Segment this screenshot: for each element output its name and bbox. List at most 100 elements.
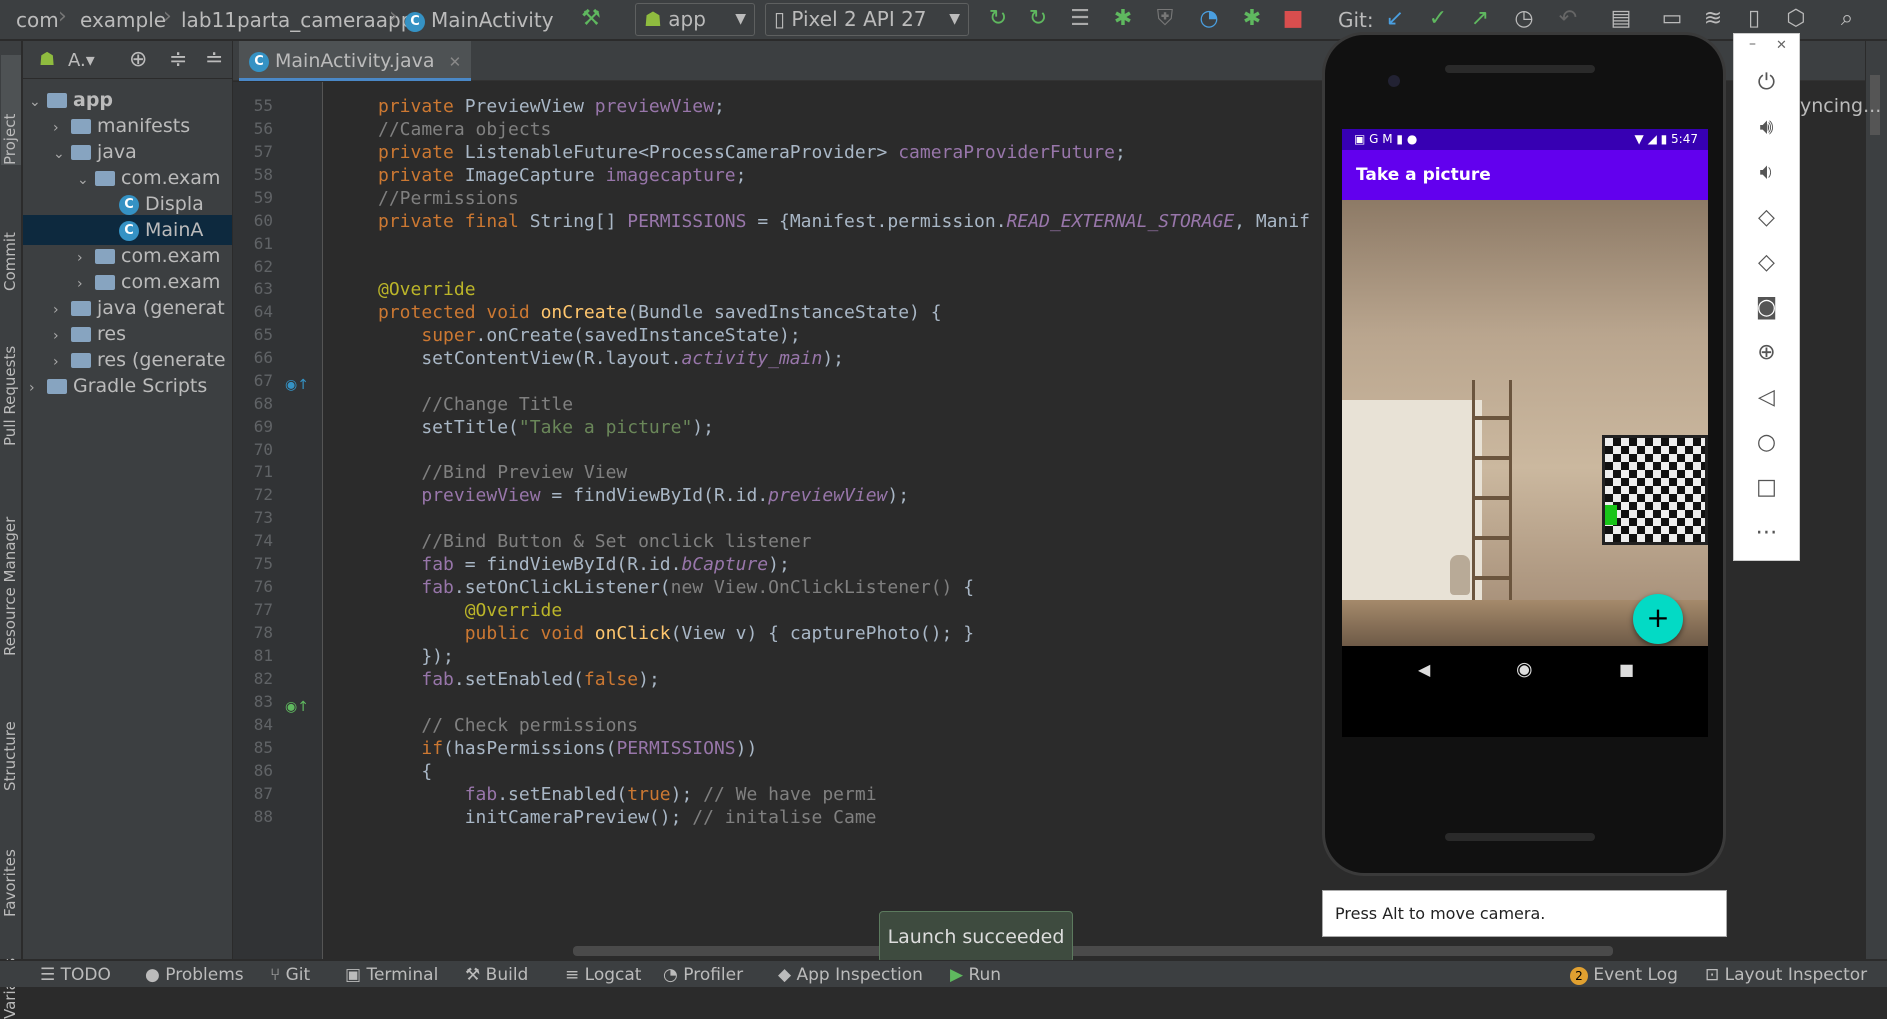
list-icon[interactable]: ☰: [1067, 6, 1093, 32]
git-push-icon[interactable]: ↗: [1467, 6, 1493, 32]
back-icon[interactable]: ◀: [1418, 660, 1430, 679]
run-config-select[interactable]: ☗ app ▼: [635, 3, 755, 36]
locate-icon[interactable]: ⊕: [129, 47, 147, 72]
line-number: 88: [253, 807, 273, 826]
git-commit-icon[interactable]: ✓: [1425, 6, 1451, 32]
folder-icon: [47, 93, 67, 108]
tool-structure[interactable]: Structure: [1, 691, 21, 791]
code-line-75: fab = findViewById(R.id.bCapture);: [421, 554, 790, 575]
more-icon[interactable]: ⋯: [1734, 520, 1799, 545]
override-icon[interactable]: ◉↑: [285, 377, 309, 393]
code-line-86: {: [378, 761, 433, 782]
rotate-right-icon[interactable]: ◇: [1734, 250, 1799, 275]
rerun-icon[interactable]: ↻: [985, 6, 1011, 32]
collapse-all-icon[interactable]: ≐: [205, 47, 223, 72]
recents-icon[interactable]: ■: [1619, 660, 1634, 679]
tool-logcat[interactable]: ≡ Logcat: [565, 965, 641, 985]
tool-run[interactable]: ▶ Run: [950, 965, 1001, 985]
layout-inspector-label: Layout Inspector: [1724, 965, 1868, 985]
zoom-icon[interactable]: ⊕: [1734, 340, 1799, 365]
debug-icon[interactable]: ✱: [1110, 6, 1136, 32]
capture-fab-button[interactable]: +: [1633, 594, 1683, 644]
tool-app-inspection[interactable]: ◆ App Inspection: [778, 965, 923, 985]
project-view-select[interactable]: A.▾: [68, 50, 95, 71]
chevron-icon[interactable]: ⌄: [53, 139, 71, 169]
overview-icon[interactable]: □: [1734, 475, 1799, 500]
tool-problems[interactable]: ● Problems: [145, 965, 244, 985]
event-log[interactable]: 2 Event Log: [1570, 965, 1678, 985]
code-line-72: previewView = findViewById(R.id.previewV…: [421, 485, 910, 506]
tree-item-label: java: [97, 141, 137, 163]
horizontal-scrollbar[interactable]: [573, 946, 1613, 956]
back-icon[interactable]: ◁: [1734, 385, 1799, 410]
search-icon[interactable]: ⌕: [1834, 6, 1860, 32]
volume-down-icon[interactable]: 🔉︎: [1734, 160, 1799, 185]
code-line-69: setTitle("Take a picture");: [378, 417, 714, 438]
history-icon[interactable]: ◷: [1511, 6, 1537, 32]
tab-mainactivity[interactable]: C MainActivity.java ✕: [239, 41, 472, 81]
chevron-icon[interactable]: ⌄: [77, 165, 95, 195]
attach-debugger-icon[interactable]: ✱: [1239, 6, 1265, 32]
line-number: 66: [253, 348, 273, 367]
bottom-tool-bar: ☰ TODO ● Problems ⑂ Git ▣ Terminal ⚒ Bui…: [0, 960, 1887, 987]
shield-icon[interactable]: ⛨: [1152, 6, 1178, 32]
git-update-icon[interactable]: ↙: [1382, 6, 1408, 32]
home-icon[interactable]: ◉: [1516, 658, 1533, 680]
tool-project[interactable]: Project: [1, 55, 21, 165]
rollback-icon[interactable]: ↶: [1555, 6, 1581, 32]
code-line-81: });: [378, 646, 454, 667]
tool-git[interactable]: ⑂ Git: [270, 965, 310, 985]
folder-icon: [71, 353, 91, 368]
tool-pull-requests[interactable]: Pull Requests: [1, 326, 21, 446]
tree-item[interactable]: › Gradle Scripts: [29, 371, 207, 401]
layout-inspector[interactable]: ⊡ Layout Inspector: [1705, 965, 1867, 985]
close-icon[interactable]: ✕: [1776, 38, 1787, 53]
line-number: 76: [253, 577, 273, 596]
tool-build[interactable]: ⚒ Build: [465, 965, 528, 985]
bookshelf: [1472, 380, 1512, 610]
sync-icon[interactable]: ≋: [1700, 6, 1726, 32]
project-structure-icon[interactable]: ▤: [1608, 6, 1634, 32]
tool-profiler[interactable]: ◔ Profiler: [663, 965, 743, 985]
apply-changes-icon[interactable]: ↻: [1025, 6, 1051, 32]
camera-preview[interactable]: [1342, 200, 1708, 646]
chevron-icon[interactable]: ⌄: [29, 87, 47, 117]
minimize-icon[interactable]: –: [1749, 36, 1756, 52]
line-number: 57: [253, 142, 273, 161]
bottom-speaker: [1445, 833, 1595, 841]
home-icon[interactable]: ○: [1734, 430, 1799, 455]
device-select[interactable]: ▯ Pixel 2 API 27 ▼: [765, 3, 969, 36]
power-icon[interactable]: ⏻: [1734, 70, 1799, 95]
line-number: 60: [253, 211, 273, 230]
volume-up-icon[interactable]: 🔊︎: [1734, 115, 1799, 140]
tool-resource-manager[interactable]: Resource Manager: [1, 486, 21, 656]
tool-todo[interactable]: ☰ TODO: [40, 965, 111, 985]
device-screen[interactable]: ▣ G M ▮ ● ▼ ◢ ▮ 5:47 Take a picture + ◀ …: [1342, 129, 1708, 737]
tool-favorites[interactable]: Favorites: [1, 817, 21, 917]
folder-icon: [95, 171, 115, 186]
code-line-87: fab.setEnabled(true); // We have permi: [464, 784, 877, 805]
breadcrumb-com[interactable]: com: [16, 8, 59, 32]
tool-commit[interactable]: Commit: [1, 201, 21, 291]
line-number: 81: [253, 646, 273, 665]
avd-icon[interactable]: ▯: [1741, 6, 1767, 32]
breadcrumb-module[interactable]: lab11parta_cameraapp: [181, 8, 413, 32]
breadcrumb-example[interactable]: example: [80, 8, 166, 32]
screenshot-icon[interactable]: ◙: [1734, 295, 1799, 320]
implement-icon[interactable]: ◉↑: [285, 699, 309, 715]
tool-terminal[interactable]: ▣ Terminal: [345, 965, 438, 985]
hammer-icon[interactable]: ⚒: [578, 6, 604, 32]
line-number: 59: [253, 188, 273, 207]
close-icon[interactable]: ✕: [449, 53, 462, 71]
stop-icon[interactable]: ■: [1280, 6, 1306, 32]
profiler-icon[interactable]: ◔: [1196, 6, 1222, 32]
code-line-56: //Camera objects: [378, 119, 552, 140]
code-line-76: fab.setOnClickListener(new View.OnClickL…: [421, 577, 975, 598]
rotate-left-icon[interactable]: ◇: [1734, 205, 1799, 230]
tool-run-label: Run: [968, 965, 1002, 985]
device-manager-icon[interactable]: ▭: [1659, 6, 1685, 32]
chevron-icon[interactable]: ›: [29, 373, 47, 403]
breadcrumb-class[interactable]: C MainActivity: [405, 8, 554, 32]
sdk-icon[interactable]: ⬡: [1783, 6, 1809, 32]
expand-all-icon[interactable]: ≑: [169, 47, 187, 72]
